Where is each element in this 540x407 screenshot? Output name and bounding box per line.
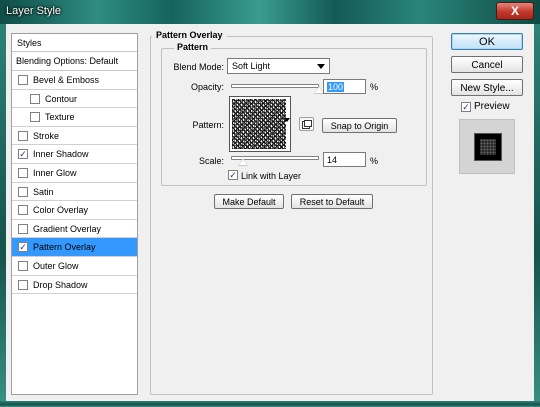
opacity-label: Opacity: [190, 82, 224, 92]
scale-percent: % [370, 156, 379, 166]
new-preset-button[interactable] [299, 117, 314, 131]
preview-texture [480, 139, 496, 155]
close-icon: X [510, 4, 519, 18]
style-item-label: Bevel & Emboss [33, 75, 100, 85]
new-style-button[interactable]: New Style... [451, 79, 523, 96]
blending-options-item[interactable]: Blending Options: Default [12, 52, 137, 71]
style-checkbox[interactable] [18, 260, 28, 271]
style-checkbox[interactable] [18, 186, 28, 197]
opacity-value: 100 [327, 82, 345, 92]
style-preview [459, 119, 515, 174]
blend-mode-label: Blend Mode: [173, 62, 224, 72]
blending-options-label: Blending Options: Default [16, 56, 119, 66]
snap-to-origin-label: Snap to Origin [330, 121, 389, 131]
make-default-label: Make Default [222, 197, 276, 207]
style-item-drop-shadow[interactable]: Drop Shadow [12, 276, 137, 295]
style-item-outer-glow[interactable]: Outer Glow [12, 257, 137, 276]
style-item-label: Inner Shadow [33, 149, 89, 160]
opacity-percent: % [370, 82, 379, 92]
link-with-layer-label: Link with Layer [241, 171, 302, 181]
style-item-pattern-overlay[interactable]: ✓ Pattern Overlay [12, 238, 137, 257]
window-title: Layer Style [6, 5, 62, 17]
scale-label: Scale: [198, 156, 224, 166]
snap-to-origin-button[interactable]: Snap to Origin [322, 118, 397, 133]
style-item-label: Gradient Overlay [33, 223, 102, 234]
cancel-button[interactable]: Cancel [451, 56, 523, 73]
style-item-inner-shadow[interactable]: ✓ Inner Shadow [12, 145, 137, 164]
style-checkbox[interactable] [30, 112, 40, 123]
ok-button[interactable]: OK [451, 33, 523, 50]
style-item-label: Satin [33, 186, 54, 197]
reset-to-default-label: Reset to Default [299, 197, 365, 207]
pattern-swatch[interactable] [229, 96, 291, 152]
preview-label: Preview [474, 101, 510, 112]
style-item-color-overlay[interactable]: Color Overlay [12, 201, 137, 220]
scale-value: 14 [327, 155, 338, 165]
styles-header[interactable]: Styles [12, 34, 137, 52]
opacity-input[interactable]: 100 [323, 79, 366, 94]
link-with-layer-checkbox[interactable]: ✓ [228, 170, 238, 180]
style-item-contour[interactable]: Contour [12, 90, 137, 109]
style-checkbox[interactable]: ✓ [18, 149, 28, 160]
blend-mode-value: Soft Light [232, 61, 271, 71]
title-bar[interactable]: Layer Style X [0, 0, 540, 24]
scale-input[interactable]: 14 [323, 152, 366, 167]
cancel-label: Cancel [471, 60, 503, 71]
ok-label: OK [479, 36, 495, 48]
scale-slider-thumb[interactable] [238, 158, 249, 166]
style-checkbox[interactable] [18, 205, 28, 216]
preview-checkbox[interactable]: ✓ [461, 102, 471, 112]
new-style-label: New Style... [460, 83, 514, 94]
style-checkbox[interactable] [18, 167, 28, 178]
pattern-picker-chevron-icon[interactable] [284, 118, 290, 122]
opacity-slider[interactable] [231, 84, 319, 88]
window-frame-right [534, 24, 540, 407]
style-item-texture[interactable]: Texture [12, 108, 137, 127]
pattern-label: Pattern: [192, 120, 224, 130]
style-checkbox[interactable]: ✓ [18, 242, 28, 253]
style-item-inner-glow[interactable]: Inner Glow [12, 164, 137, 183]
style-item-label: Contour [45, 93, 78, 104]
window-frame-bottom [0, 401, 540, 407]
style-item-label: Texture [45, 112, 75, 123]
style-item-label: Color Overlay [33, 205, 89, 216]
close-button[interactable]: X [496, 2, 534, 20]
style-checkbox[interactable] [18, 130, 28, 141]
reset-to-default-button[interactable]: Reset to Default [291, 194, 373, 209]
style-checkbox[interactable] [18, 223, 28, 234]
style-item-label: Stroke [33, 130, 60, 141]
style-item-label: Outer Glow [33, 260, 79, 271]
style-item-label: Inner Glow [33, 167, 77, 178]
style-item-stroke[interactable]: Stroke [12, 127, 137, 146]
style-item-satin[interactable]: Satin [12, 183, 137, 202]
style-item-label: Drop Shadow [33, 279, 88, 290]
styles-list: Styles Blending Options: Default Bevel &… [11, 33, 138, 395]
preview-thumbnail [474, 133, 502, 161]
style-checkbox[interactable] [18, 75, 28, 85]
pattern-texture [232, 99, 286, 149]
style-item-bevel-emboss[interactable]: Bevel & Emboss [12, 71, 137, 90]
style-item-label: Pattern Overlay [33, 242, 96, 253]
make-default-button[interactable]: Make Default [214, 194, 284, 209]
style-checkbox[interactable] [18, 279, 28, 290]
styles-header-label: Styles [17, 38, 42, 48]
pattern-subgroup-title: Pattern [174, 42, 212, 52]
new-preset-icon [302, 120, 312, 129]
chevron-down-icon [317, 64, 325, 69]
style-items: Bevel & Emboss Contour Texture Stroke ✓ Inner… [12, 71, 137, 295]
blend-mode-select[interactable]: Soft Light [227, 58, 330, 74]
style-item-gradient-overlay[interactable]: Gradient Overlay [12, 220, 137, 239]
style-checkbox[interactable] [30, 93, 40, 104]
pattern-overlay-title: Pattern Overlay [152, 30, 227, 40]
